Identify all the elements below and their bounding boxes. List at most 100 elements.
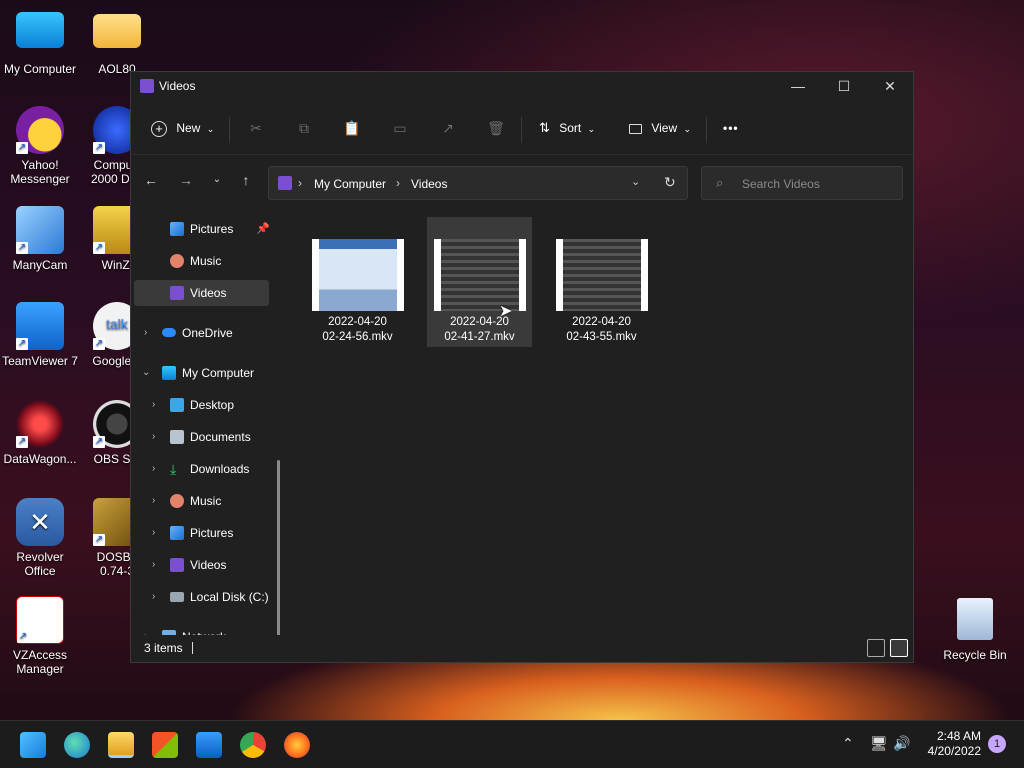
desktop-icon-vzaccess[interactable]: ↗ VZAccess Manager [0,596,80,676]
share-icon[interactable]: ↗ [439,119,457,137]
chevron-down-icon[interactable]: ⌄ [142,360,150,386]
new-label: New [176,121,201,135]
clock[interactable]: 2:48 AM 4/20/2022 [928,729,981,759]
file-item[interactable]: 2022-04-20 02-24-56.mkv [305,217,410,347]
file-name-line: 02-43-55.mkv [566,331,637,343]
chevron-down-icon: ⌄ [206,124,215,134]
desktop-icon-revolver-office[interactable]: ✕ Revolver Office [0,498,80,578]
toolbar-divider [706,117,707,143]
nav-local-disk[interactable]: › Local Disk (C:) [134,584,269,610]
chevron-right-icon[interactable]: › [152,456,155,482]
breadcrumb-my-computer[interactable]: My Computer [314,177,386,191]
status-divider [192,642,193,654]
desktop-icon-manycam[interactable]: ↗ ManyCam [0,206,80,272]
file-explorer-icon[interactable] [108,732,134,758]
desktop-icon-label: Recycle Bin [943,648,1007,662]
chevron-right-icon[interactable]: › [152,392,155,418]
store-icon[interactable] [152,732,178,758]
up-arrow-icon[interactable]: ↑ [236,170,256,190]
chevron-up-icon[interactable]: ⌃ [842,735,854,752]
more-options-button[interactable]: ••• [723,112,739,144]
address-bar[interactable]: › My Computer › Videos ⌄ ↻ [268,166,688,200]
chevron-right-icon[interactable]: › [152,488,155,514]
nav-item-label: Pictures [190,526,234,540]
desktop-icon-my-computer[interactable]: My Computer [0,10,80,76]
nav-pictures[interactable]: › Pictures [134,520,269,546]
chrome-icon[interactable] [240,732,266,758]
teamviewer-icon: ↗ [16,302,64,350]
nav-onedrive[interactable]: › OneDrive [134,320,269,346]
file-item[interactable]: 2022-04-20 02-43-55.mkv [549,217,654,347]
desktop-icon-datawagon[interactable]: ↗ DataWagon... [0,400,80,466]
toolbar-divider [229,117,230,143]
command-bar: + New ⌄ ✂ ⧉ 📋 ▭ ↗ 🗑 ⇅ Sort ⌄ View ⌄ ••• [131,100,913,155]
nav-documents[interactable]: › Documents [134,424,269,450]
start-windows-icon[interactable] [20,732,46,758]
view-label: View [651,121,678,135]
nav-quick-music[interactable]: Music [134,248,269,274]
search-box[interactable]: ⌕ Search Videos [701,166,903,200]
nav-music[interactable]: › Music [134,488,269,514]
nav-quick-pictures[interactable]: Pictures 📌 [134,216,270,242]
view-button[interactable]: View ⌄ [629,112,691,144]
back-arrow-icon[interactable]: ← [141,170,161,190]
chevron-right-icon[interactable]: › [152,584,155,610]
nav-scrollbar[interactable] [277,460,280,635]
refresh-icon[interactable]: ↻ [664,174,676,191]
copy-icon[interactable]: ⧉ [295,119,313,137]
minimize-button[interactable]: — [775,72,821,100]
paste-icon[interactable]: 📋 [343,119,361,137]
large-icons-view-button[interactable] [890,639,908,657]
nav-quick-videos[interactable]: Videos [134,280,269,306]
close-button[interactable]: ✕ [867,72,913,100]
rename-icon[interactable]: ▭ [391,119,409,137]
clock-time: 2:48 AM [936,729,981,743]
desktop-icon-label: WinZi [101,258,133,272]
recent-chevron-icon[interactable]: ⌄ [207,170,227,190]
sort-button[interactable]: ⇅ Sort ⌄ [539,112,595,144]
monitor-icon [162,366,176,380]
desktop-icon-teamviewer[interactable]: ↗ TeamViewer 7 [0,302,80,368]
forward-arrow-icon[interactable]: → [176,170,196,190]
cut-icon[interactable]: ✂ [247,119,265,137]
nav-videos[interactable]: › Videos [134,552,269,578]
nav-item-label: Videos [190,286,227,300]
mail-icon[interactable] [196,732,222,758]
file-item[interactable]: 2022-04-20 02-41-27.mkv ➤ [427,217,532,347]
chevron-right-icon[interactable]: › [152,424,155,450]
details-view-button[interactable] [867,639,885,657]
desktop-icon-label: My Computer [3,62,77,76]
breadcrumb-videos[interactable]: Videos [411,177,447,191]
nav-desktop[interactable]: › Desktop [134,392,269,418]
recycle-bin-icon [957,598,993,640]
toolbar-divider [521,117,522,143]
shortcut-arrow-icon: ↗ [93,534,105,546]
desktop-icon-recycle-bin[interactable]: Recycle Bin [935,598,1015,662]
desktop-icon-label: Revolver Office [16,550,64,578]
title-bar[interactable]: Videos — ☐ ✕ [131,72,913,100]
file-name: 2022-04-20 02-43-55.mkv [549,315,654,345]
pin-icon[interactable]: 📌 [256,216,270,242]
desktop-icon-aol80[interactable]: AOL80 [77,10,157,76]
firefox-icon[interactable] [284,732,310,758]
shortcut-arrow-icon: ↗ [93,338,105,350]
delete-icon[interactable]: 🗑 [487,119,505,137]
maximize-button[interactable]: ☐ [821,72,867,100]
network-status-icon[interactable]: 🖥 [870,735,888,752]
notification-badge[interactable]: 1 [988,735,1006,753]
chevron-right-icon[interactable]: › [152,520,155,546]
chevron-right-icon[interactable]: › [152,552,155,578]
volume-icon[interactable]: 🔊 [893,735,910,752]
edge-icon[interactable] [64,732,90,758]
nav-my-computer[interactable]: ⌄ My Computer [134,360,269,386]
chevron-right-icon[interactable]: › [144,320,147,346]
address-dropdown-icon[interactable]: ⌄ [631,175,640,188]
desktop-icon-label: Yahoo! Messenger [10,158,70,186]
desktop-icon-yahoo-messenger[interactable]: ↗ Yahoo! Messenger [0,106,80,186]
nav-downloads[interactable]: › ⤓ Downloads [134,456,269,482]
nav-item-label: Music [190,254,222,268]
shortcut-arrow-icon: ↗ [93,142,105,154]
window-title: Videos [159,79,196,93]
new-button[interactable]: + New ⌄ [151,112,214,144]
taskbar: ⌃ 🖥 🔊 2:48 AM 4/20/2022 1 [0,720,1024,768]
